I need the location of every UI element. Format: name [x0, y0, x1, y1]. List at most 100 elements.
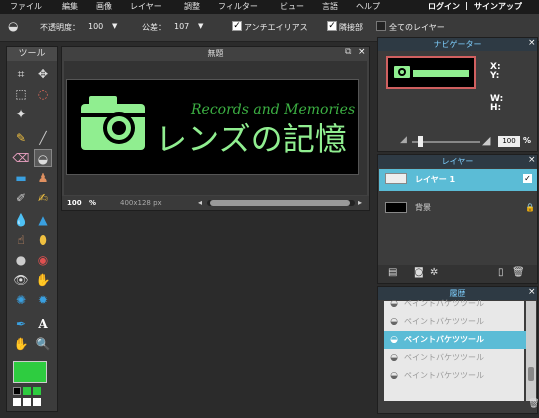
gradient-icon[interactable]: ▬	[12, 169, 30, 187]
opacity-dropdown-icon[interactable]: ▼	[112, 22, 117, 30]
color-picker-icon[interactable]: ✒	[12, 315, 30, 333]
draw-icon[interactable]: ✍	[34, 189, 52, 207]
layer-style-icon[interactable]: ✲	[430, 267, 438, 278]
move-icon[interactable]: ✥	[34, 65, 52, 83]
zoom-slider-handle[interactable]	[418, 136, 423, 147]
navigator-zoom-input[interactable]: 100	[498, 136, 520, 147]
menu-edit[interactable]: 編集	[62, 1, 78, 12]
swatch-white-3[interactable]	[33, 398, 41, 406]
menu-language[interactable]: 言語	[322, 1, 338, 12]
dodge-icon[interactable]: ●	[12, 251, 30, 269]
layer-row[interactable]: レイヤー 1 ✓	[379, 169, 537, 191]
navigator-zoom-unit: %	[523, 136, 532, 145]
eraser-icon[interactable]: ⌫	[12, 149, 30, 167]
default-colors-green[interactable]	[23, 387, 31, 395]
marquee-icon[interactable]: ⬚	[12, 85, 30, 103]
paint-bucket-icon: ◒	[390, 335, 398, 345]
navigator-thumbnail[interactable]	[386, 56, 476, 89]
history-item[interactable]: ◒ ペイントバケツツール	[384, 295, 530, 313]
opacity-value[interactable]: 100	[88, 22, 103, 31]
layers-panel: レイヤー × レイヤー 1 ✓ 背景 🔒 ▤ ◙ ✲ ▯ 🗑	[377, 154, 538, 284]
contiguous-checkbox[interactable]: ✓	[327, 21, 337, 31]
login-link[interactable]: ログイン	[428, 1, 460, 12]
zoom-out-mountain-icon[interactable]: ◢	[400, 135, 407, 145]
history-item[interactable]: ◒ ペイントバケツツール	[384, 313, 530, 331]
history-item-label: ペイントバケツツール	[404, 353, 484, 362]
scroll-right-icon[interactable]: ▸	[358, 196, 362, 210]
menu-image[interactable]: 画像	[96, 1, 112, 12]
scroll-left-icon[interactable]: ◂	[198, 196, 202, 210]
crop-icon[interactable]: ⌗	[12, 65, 30, 83]
menu-help[interactable]: ヘルプ	[356, 1, 380, 12]
signup-link[interactable]: サインアップ	[474, 1, 522, 12]
history-item[interactable]: ◒ ペイントバケツツール	[384, 367, 530, 385]
main-text: レンズの記憶	[155, 120, 347, 158]
burn-icon[interactable]: ◉	[34, 251, 52, 269]
swatch-white-2[interactable]	[23, 398, 31, 406]
blur-icon[interactable]: 💧	[12, 211, 30, 229]
zoom-value[interactable]: 100	[67, 196, 82, 210]
layer-settings-icon[interactable]: ▤	[388, 267, 397, 278]
horizontal-scrollbar[interactable]	[207, 200, 355, 206]
brush-icon[interactable]: ╱	[34, 129, 52, 147]
stamp-icon[interactable]: ♟	[34, 169, 52, 187]
hand-icon[interactable]: ✋	[12, 335, 30, 353]
image-size: 400x128 px	[120, 199, 162, 207]
menu-file[interactable]: ファイル	[10, 1, 42, 12]
paint-bucket-icon[interactable]: ◒	[8, 19, 18, 33]
image-canvas[interactable]: Records and Memories レンズの記憶	[66, 79, 359, 175]
close-navigator-icon[interactable]: ×	[528, 38, 536, 48]
restore-icon[interactable]: ⧉	[345, 47, 351, 57]
tolerance-label: 公差：	[142, 23, 166, 32]
antialias-checkbox[interactable]: ✓	[232, 21, 242, 31]
zoom-in-mountain-icon[interactable]: ◢	[482, 134, 490, 147]
lock-icon: 🔒	[525, 203, 535, 212]
secondary-color-swatch[interactable]	[13, 398, 21, 406]
default-colors-black[interactable]	[13, 387, 21, 395]
pinch-icon[interactable]: ✹	[34, 291, 52, 309]
all-layers-checkbox[interactable]	[376, 21, 386, 31]
red-eye-icon[interactable]: 👁	[12, 271, 30, 289]
swap-colors-green[interactable]	[33, 387, 41, 395]
history-scroll-thumb[interactable]	[528, 367, 534, 381]
bloat-icon[interactable]: ✺	[12, 291, 30, 309]
close-document-icon[interactable]: ×	[358, 47, 366, 57]
close-layers-icon[interactable]: ×	[528, 155, 536, 165]
menu-adjust[interactable]: 調整	[184, 1, 200, 12]
type-icon[interactable]: A	[34, 315, 52, 333]
smudge-icon[interactable]: ☝	[12, 231, 30, 249]
paint-bucket-tool-icon[interactable]: ◒	[34, 149, 52, 167]
primary-color-swatch[interactable]	[13, 361, 47, 383]
menu-bar: ファイル 編集 画像 レイヤー 調整 フィルター ビュー 言語 ヘルプ ログイン…	[0, 0, 539, 14]
sponge-icon[interactable]: ⬮	[34, 231, 52, 249]
layer-mask-icon[interactable]: ◙	[414, 267, 424, 278]
sharpen-icon[interactable]: ▲	[34, 211, 52, 229]
tolerance-dropdown-icon[interactable]: ▼	[198, 22, 203, 30]
delete-layer-icon[interactable]: 🗑	[512, 267, 525, 278]
magic-wand-icon[interactable]: ✦	[12, 105, 30, 123]
menu-filter[interactable]: フィルター	[218, 1, 258, 12]
tools-panel: ツール ⌗ ✥ ⬚ ◌ ✦ ✎ ╱ ⌫ ◒ ▬ ♟ ✐ ✍ 💧 ▲ ☝ ⬮ ● …	[6, 46, 58, 412]
lasso-icon[interactable]: ◌	[34, 85, 52, 103]
delete-history-icon[interactable]: 🗑	[528, 399, 539, 409]
tolerance-value[interactable]: 107	[174, 22, 189, 31]
menu-view[interactable]: ビュー	[280, 1, 304, 12]
history-scrollbar[interactable]	[526, 301, 536, 401]
layer-name: 背景	[415, 203, 431, 212]
spot-heal-icon[interactable]: ✋	[34, 271, 52, 289]
menu-layer[interactable]: レイヤー	[130, 1, 162, 12]
contiguous-label: 隣接部	[339, 23, 363, 32]
all-layers-label: 全てのレイヤー	[389, 23, 445, 32]
history-item-label: ペイントバケツツール	[404, 335, 484, 344]
color-replace-icon[interactable]: ✐	[12, 189, 30, 207]
new-layer-icon[interactable]: ▯	[498, 267, 504, 278]
layer-visibility-checkbox[interactable]: ✓	[523, 174, 532, 183]
zoom-icon[interactable]: 🔍	[34, 335, 52, 353]
thumbnail-art	[394, 66, 469, 78]
history-item-selected[interactable]: ◒ ペイントバケツツール	[384, 331, 530, 349]
layer-row[interactable]: 背景 🔒	[379, 197, 537, 219]
scroll-thumb[interactable]	[210, 200, 350, 206]
tools-title: ツール	[7, 47, 57, 61]
pencil-icon[interactable]: ✎	[12, 129, 30, 147]
history-item[interactable]: ◒ ペイントバケツツール	[384, 349, 530, 367]
